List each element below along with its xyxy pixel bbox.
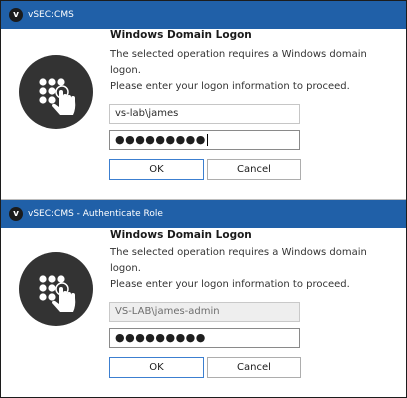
- cancel-button[interactable]: Cancel: [207, 159, 301, 180]
- message-line-1: The selected operation requires a Window…: [110, 247, 367, 274]
- dialog-message: The selected operation requires a Window…: [110, 47, 400, 95]
- title-bar[interactable]: v vSEC:CMS: [1, 1, 406, 29]
- message-line-1: The selected operation requires a Window…: [110, 49, 367, 76]
- password-mask: ●●●●●●●●●: [115, 331, 206, 344]
- ok-button[interactable]: OK: [109, 357, 204, 378]
- keypad-touch-icon: [19, 55, 93, 129]
- password-field[interactable]: ●●●●●●●●●: [109, 130, 300, 150]
- dialog-heading: Windows Domain Logon: [110, 229, 252, 241]
- password-field[interactable]: ●●●●●●●●●: [109, 328, 300, 348]
- keypad-touch-icon: [19, 252, 93, 326]
- app-logo-icon: v: [9, 8, 23, 22]
- message-line-2: Please enter your logon information to p…: [110, 81, 350, 92]
- text-caret: [206, 134, 208, 146]
- dialog-heading: Windows Domain Logon: [110, 29, 252, 41]
- cancel-button[interactable]: Cancel: [207, 357, 301, 378]
- password-mask: ●●●●●●●●●: [115, 133, 206, 146]
- authenticate-role-dialog: v vSEC:CMS - Authenticate Role Windows D…: [1, 200, 406, 396]
- title-bar[interactable]: v vSEC:CMS - Authenticate Role: [1, 200, 406, 228]
- window-title: vSEC:CMS - Authenticate Role: [28, 209, 163, 219]
- app-logo-icon: v: [9, 207, 23, 221]
- dialog-message: The selected operation requires a Window…: [110, 245, 400, 293]
- message-line-2: Please enter your logon information to p…: [110, 279, 350, 290]
- window-title: vSEC:CMS: [28, 10, 74, 20]
- ok-button[interactable]: OK: [109, 159, 204, 180]
- username-field[interactable]: vs-lab\james: [109, 104, 300, 124]
- username-field-disabled: VS-LAB\james-admin: [109, 302, 300, 322]
- windows-domain-logon-dialog: v vSEC:CMS Windows Domain Logon The sele…: [1, 1, 406, 198]
